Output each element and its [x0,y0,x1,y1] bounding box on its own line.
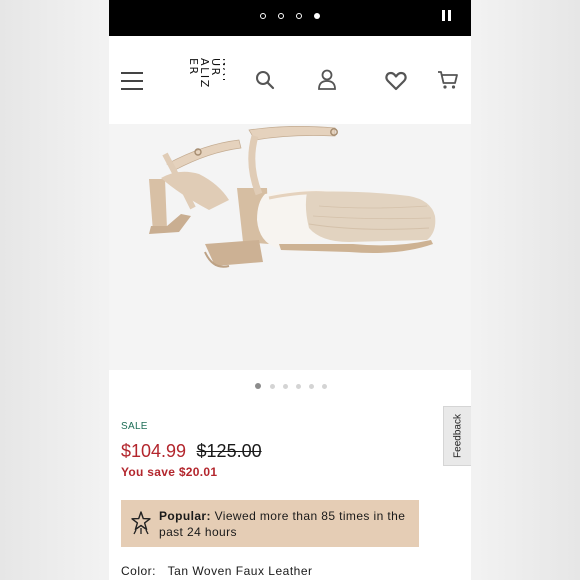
carousel-dot[interactable] [322,384,327,389]
popular-label: Popular: [159,509,211,523]
sale-price: $104.99 [121,441,187,461]
product-image[interactable] [109,124,471,370]
carousel-dot[interactable] [270,384,275,389]
carousel-dot-active[interactable] [255,383,261,389]
account-icon[interactable] [317,69,337,91]
screenshot-canvas: NAT UR ALIZ ER SALE $104.99 $125.00 You … [0,0,580,580]
logo-row: ER [187,58,200,76]
story-dot[interactable] [278,13,284,19]
story-progress-bar [109,0,471,36]
carousel-dot[interactable] [283,384,288,389]
brand-logo[interactable]: NAT UR ALIZ ER [183,56,233,108]
story-dot-active[interactable] [314,13,320,19]
pause-icon[interactable] [442,10,452,21]
original-price: $125.00 [196,441,262,461]
feedback-label: Feedback [452,414,463,458]
search-icon[interactable] [255,70,275,90]
shoe-photo [109,124,471,370]
color-label: Color: [121,564,157,578]
naturalizer-logo: NATURALIZER [187,58,233,89]
popularity-banner: Popular: Viewed more than 85 times in th… [121,500,419,547]
feedback-tab[interactable]: Feedback [443,406,471,466]
site-header: NAT UR ALIZ ER [109,36,471,124]
color-value: Tan Woven Faux Leather [167,564,313,578]
image-carousel-dots [109,382,471,392]
hamburger-menu-icon[interactable] [121,72,143,90]
carousel-dot[interactable] [309,384,314,389]
story-dot[interactable] [296,13,302,19]
heart-icon[interactable] [385,71,407,91]
color-row: Color: Tan Woven Faux Leather [121,564,313,578]
cart-icon[interactable] [437,70,459,90]
price-row: $104.99 $125.00 [121,441,262,463]
sale-badge: SALE [121,421,148,432]
story-dot[interactable] [260,13,266,19]
popularity-message: Popular: Viewed more than 85 times in th… [159,508,411,540]
shooting-star-icon [131,511,151,535]
carousel-dot[interactable] [296,384,301,389]
savings-text: You save $20.01 [121,465,218,479]
phone-screen: NAT UR ALIZ ER SALE $104.99 $125.00 You … [109,0,471,580]
